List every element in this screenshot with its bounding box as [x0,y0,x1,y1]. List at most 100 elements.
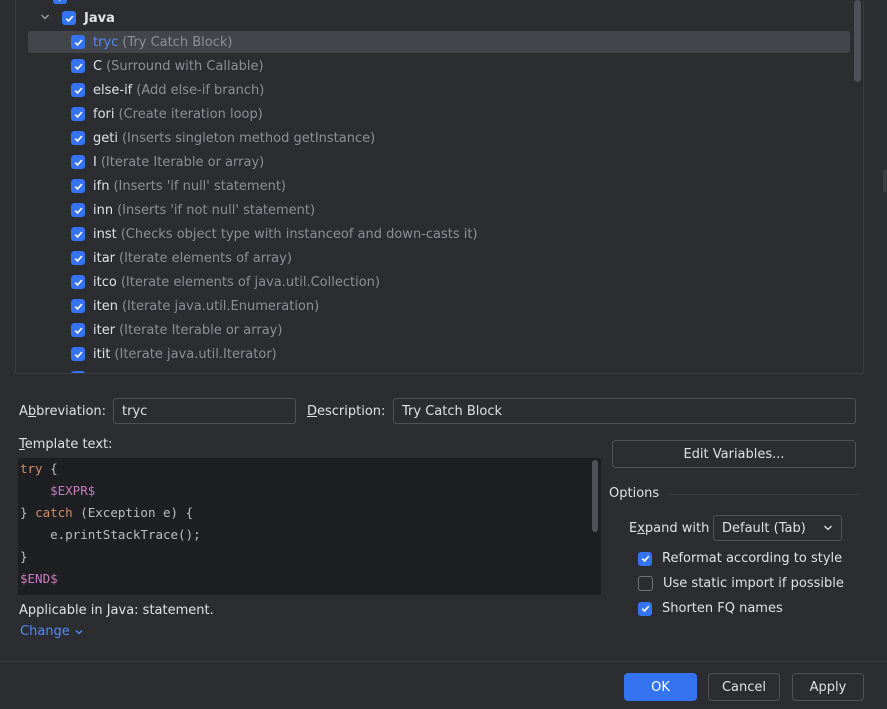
template-row[interactable]: ifn (Inserts 'if null' statement) [71,175,286,197]
template-abbreviation: iter [93,322,116,338]
template-row[interactable]: else-if (Add else-if branch) [71,79,264,101]
static-import-option[interactable]: Use static import if possible [638,576,844,591]
expand-with-select[interactable]: Default (Tab) [713,515,842,541]
template-abbreviation: inst [93,226,117,242]
template-description: (Try Catch Block) [122,34,233,50]
chevron-down-icon [75,629,83,634]
template-row[interactable]: fori (Create iteration loop) [71,103,263,125]
template-row[interactable]: iten (Iterate java.util.Enumeration) [71,295,319,317]
template-description: (Inserts 'if null' statement) [113,178,287,194]
shorten-fq-label: Shorten FQ names [662,601,783,616]
template-description: (Iterate Iterable or array) [119,322,283,338]
code-line: e.printStackTrace(); [50,527,201,542]
checkbox[interactable] [71,323,85,337]
template-row[interactable]: geti (Inserts singleton method getInstan… [71,127,375,149]
abbreviation-label: Abbreviation: [19,404,107,419]
editor-scrollbar[interactable] [592,460,598,532]
applicable-context-text: Applicable in Java: statement. [19,603,214,618]
checkbox[interactable] [71,59,85,73]
checkbox[interactable] [71,203,85,217]
template-description: (Iterate Iterable or array) [100,154,265,170]
template-row[interactable]: itit (Iterate java.util.Iterator) [71,343,277,365]
template-row[interactable]: iter (Iterate Iterable or array) [71,319,282,341]
expand-with-value: Default (Tab) [722,520,806,536]
change-context-link[interactable]: Change [20,624,84,639]
template-abbreviation: C [93,58,103,74]
reformat-checkbox[interactable] [638,551,652,566]
template-description: (Inserts 'if not null' statement) [117,202,316,218]
checkbox[interactable] [71,251,85,265]
code-line: $EXPR$ [50,483,96,498]
group-checkbox[interactable] [62,11,76,25]
description-input[interactable]: Try Catch Block [393,398,856,424]
checkbox[interactable] [71,227,85,241]
description-value: Try Catch Block [402,403,503,419]
abbreviation-value: tryc [122,403,148,419]
template-abbreviation: itit [93,346,111,362]
group-name: Java [84,10,115,26]
template-abbreviation: itar [93,250,116,266]
checkbox[interactable] [71,299,85,313]
template-row[interactable]: itar (Iterate elements of array) [71,247,292,269]
tree-scrollbar[interactable] [854,0,861,82]
template-abbreviation: geti [93,130,118,146]
template-row[interactable]: C (Surround with Callable) [71,55,264,77]
template-row[interactable]: itco (Iterate elements of java.util.Coll… [71,271,380,293]
template-description: (Surround with Callable) [106,58,264,74]
template-description: (Add else-if branch) [136,82,265,98]
abbreviation-input[interactable]: tryc [113,398,296,424]
checkbox[interactable] [71,371,85,373]
checkbox[interactable] [71,275,85,289]
edit-variables-button[interactable]: Edit Variables... [612,440,856,468]
template-row[interactable]: I (Iterate Iterable or array) [71,151,264,173]
checkbox[interactable] [71,131,85,145]
checkbox[interactable] [71,347,85,361]
checkbox[interactable] [71,83,85,97]
template-abbreviation: tryc [93,34,119,50]
templates-tree[interactable]: Java tryc (Try Catch Block) C (Surround … [15,0,864,374]
template-abbreviation: inn [93,202,114,218]
code-line: } catch (Exception e) { [20,505,194,520]
template-description: (Iterate elements of java.util.Collectio… [120,274,380,290]
options-divider [668,494,860,495]
template-abbreviation: itco [93,274,117,290]
options-title: Options [609,486,660,501]
template-abbreviation: iten [93,298,118,314]
template-row[interactable]: inn (Inserts 'if not null' statement) [71,199,315,221]
expand-with-label: Expand with [629,521,710,536]
shorten-fq-checkbox[interactable] [638,601,652,616]
template-row-partial[interactable] [71,367,85,373]
footer-divider [0,661,887,662]
code-line: try { [20,461,58,476]
window-edge-scrollbar [883,170,887,192]
checkbox[interactable] [71,35,85,49]
template-description: (Iterate elements of array) [119,250,292,266]
checkbox[interactable] [71,107,85,121]
template-description: (Inserts singleton method getInstance) [121,130,376,146]
template-description: (Checks object type with instanceof and … [120,226,478,242]
template-abbreviation: ifn [93,178,110,194]
static-import-checkbox[interactable] [638,576,653,591]
checkbox[interactable] [53,0,67,4]
checkbox[interactable] [71,155,85,169]
cancel-button[interactable]: Cancel [708,673,780,701]
template-text-editor[interactable]: try { $EXPR$ } catch (Exception e) { e.p… [18,458,601,595]
apply-button[interactable]: Apply [792,673,864,701]
tree-group-java[interactable]: Java [40,7,115,29]
template-description: (Iterate java.util.Iterator) [114,346,277,362]
reformat-option[interactable]: Reformat according to style [638,551,842,566]
template-row[interactable]: inst (Checks object type with instanceof… [71,223,478,245]
template-description: (Create iteration loop) [118,106,263,122]
template-abbreviation: else-if [93,82,133,98]
template-description: (Iterate java.util.Enumeration) [121,298,320,314]
shorten-fq-option[interactable]: Shorten FQ names [638,601,783,616]
template-row-tryc[interactable]: tryc (Try Catch Block) [28,31,850,53]
static-import-label: Use static import if possible [663,576,844,591]
template-text-label: Template text: [19,437,113,452]
code-line: $END$ [20,571,58,586]
chevron-down-icon [824,525,832,531]
description-label: Description: [307,404,386,419]
checkbox[interactable] [71,179,85,193]
chevron-down-icon[interactable] [40,11,52,26]
ok-button[interactable]: OK [624,673,697,701]
